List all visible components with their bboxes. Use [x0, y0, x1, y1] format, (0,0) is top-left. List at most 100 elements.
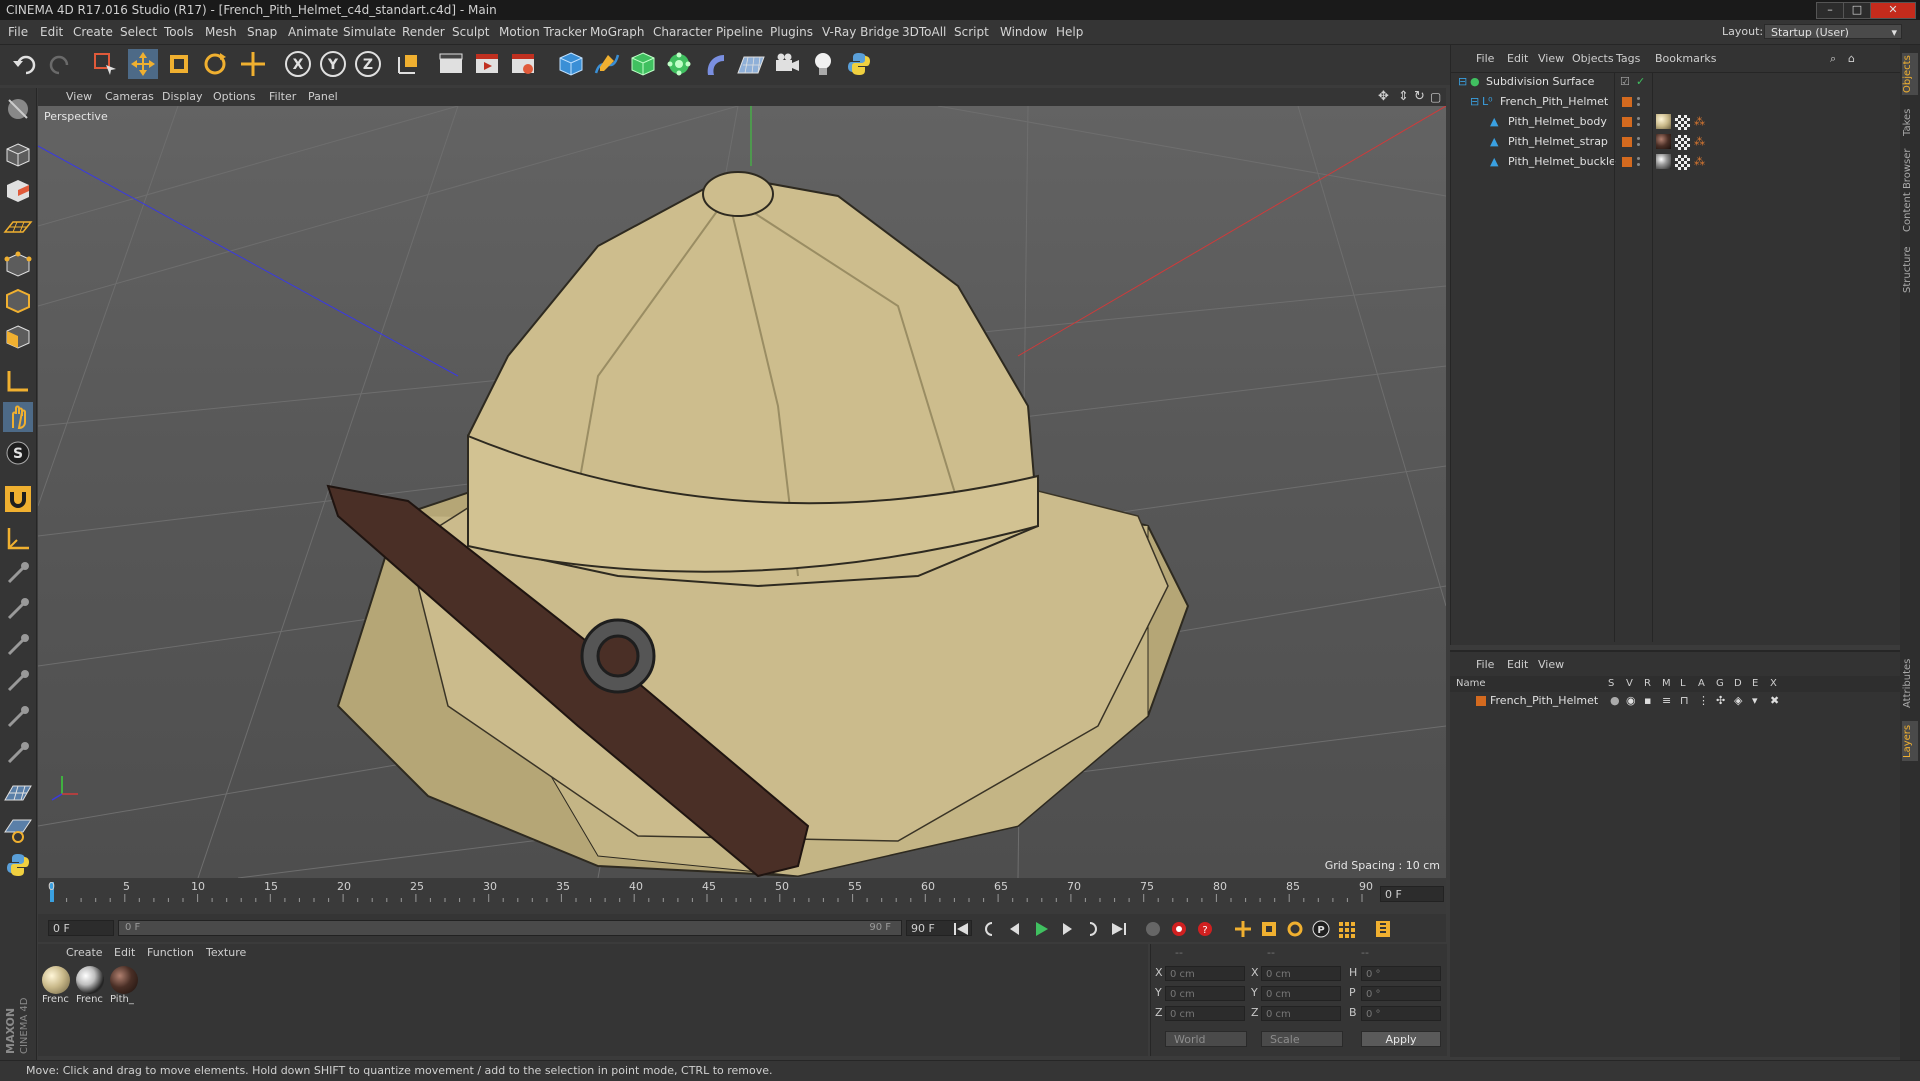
menu-snap[interactable]: Snap	[247, 20, 277, 44]
rot-p-field[interactable]: 0 °	[1361, 986, 1441, 1001]
brush-tool-6-button[interactable]	[3, 738, 33, 768]
material-tag-icon[interactable]	[1656, 114, 1671, 129]
layout-select[interactable]: Startup (User) ▾	[1764, 24, 1902, 39]
next-frame-button[interactable]	[1056, 919, 1078, 939]
key-pla-button[interactable]	[1336, 919, 1358, 939]
xref-icon[interactable]: ✖	[1770, 692, 1779, 710]
menu-file[interactable]: File	[8, 20, 28, 44]
lm-menu-view[interactable]: View	[1538, 656, 1564, 674]
enabled-check-icon[interactable]: ☑	[1620, 72, 1630, 92]
material-swatch[interactable]: Frenc	[76, 966, 106, 1008]
menu-plugins[interactable]: Plugins	[770, 20, 813, 44]
python-script-button[interactable]	[3, 850, 33, 880]
uvw-tag-icon[interactable]	[1675, 115, 1690, 130]
subdivision-surface-button[interactable]	[628, 49, 658, 79]
workplane-button[interactable]	[3, 212, 33, 242]
om-menu-bookmarks[interactable]: Bookmarks	[1655, 50, 1716, 68]
brush-tool-4-button[interactable]	[3, 666, 33, 696]
rot-h-field[interactable]: 0 °	[1361, 966, 1441, 981]
mograph-cloner-button[interactable]	[664, 49, 694, 79]
tab-objects[interactable]: Objects	[1902, 53, 1918, 95]
points-mode-button[interactable]	[3, 250, 33, 280]
layer-color-swatch[interactable]	[1622, 117, 1632, 127]
om-menu-view[interactable]: View	[1538, 50, 1564, 68]
viewport-maximize-icon[interactable]: ▢	[1430, 88, 1441, 106]
editor-visibility-dot[interactable]	[1637, 117, 1640, 120]
render-settings-button[interactable]	[508, 49, 538, 79]
3d-viewport[interactable]: Perspective Grid Spacing : 10 cm	[38, 106, 1446, 878]
pos-y-field[interactable]: 0 cm	[1165, 986, 1245, 1001]
go-to-start-button[interactable]	[950, 919, 972, 939]
brush-tool-3-button[interactable]	[3, 630, 33, 660]
menu-mograph[interactable]: MoGraph	[590, 20, 645, 44]
menu-mesh[interactable]: Mesh	[205, 20, 237, 44]
tab-attributes[interactable]: Attributes	[1902, 653, 1918, 713]
lock-icon[interactable]: ⊓	[1680, 692, 1689, 710]
menu-simulate[interactable]: Simulate	[343, 20, 396, 44]
uvw-tag-icon[interactable]	[1675, 135, 1690, 150]
current-frame-field[interactable]: 0 F	[1380, 886, 1444, 902]
x-axis-lock-button[interactable]: X	[283, 49, 313, 79]
viewport-menu-filter[interactable]: Filter	[269, 88, 296, 106]
move-tool-button[interactable]	[128, 49, 158, 79]
keyframe-selection-button[interactable]: ?	[1194, 919, 1216, 939]
go-to-end-button[interactable]	[1108, 919, 1130, 939]
viewport-menu-options[interactable]: Options	[213, 88, 255, 106]
checkmark-icon[interactable]: ✓	[1636, 72, 1645, 92]
material-swatch[interactable]: Pith_	[110, 966, 140, 1008]
close-button[interactable]: ✕	[1870, 2, 1916, 19]
undo-button[interactable]	[10, 49, 40, 79]
viewport-menu-view[interactable]: View	[66, 88, 92, 106]
render-visibility-dot[interactable]	[1637, 143, 1640, 146]
minimize-button[interactable]: –	[1816, 2, 1844, 19]
editor-visibility-dot[interactable]	[1637, 137, 1640, 140]
object-row[interactable]: ▲ Pith_Helmet_strap ⁂	[1450, 132, 1900, 152]
light-button[interactable]	[808, 49, 838, 79]
render-view-button[interactable]	[436, 49, 466, 79]
lm-menu-edit[interactable]: Edit	[1507, 656, 1528, 674]
redo-button[interactable]	[45, 49, 75, 79]
previous-key-button[interactable]	[978, 919, 1000, 939]
material-menu-texture[interactable]: Texture	[206, 944, 246, 962]
viewport-navigate-icon[interactable]: ✥	[1378, 88, 1389, 106]
y-axis-lock-button[interactable]: Y	[318, 49, 348, 79]
start-frame-field[interactable]: 0 F	[48, 920, 114, 936]
material-menu-create[interactable]: Create	[66, 944, 103, 962]
collapse-icon[interactable]: ⊟	[1458, 72, 1467, 92]
menu-window[interactable]: Window	[1000, 20, 1047, 44]
coordinate-system-button[interactable]	[393, 49, 423, 79]
menu-render[interactable]: Render	[402, 20, 445, 44]
material-swatch[interactable]: Frenc	[42, 966, 72, 1008]
manager-icon[interactable]: ≡	[1662, 692, 1671, 710]
deformer-button[interactable]	[700, 49, 730, 79]
solo-button[interactable]: S	[3, 438, 33, 468]
size-mode-select[interactable]: Scale	[1261, 1031, 1343, 1047]
phong-tag-icon[interactable]: ⁂	[1694, 112, 1705, 132]
python-button[interactable]	[844, 49, 874, 79]
menu-pipeline[interactable]: Pipeline	[716, 20, 763, 44]
object-row[interactable]: ▲ Pith_Helmet_body ⁂	[1450, 112, 1900, 132]
floor-button[interactable]	[736, 49, 766, 79]
frame-range-slider[interactable]: 0 F 90 F	[118, 920, 902, 936]
menu-3dtoall[interactable]: 3DToAll	[902, 20, 946, 44]
object-row[interactable]: ⊟ ● Subdivision Surface ☑ ✓	[1450, 72, 1900, 92]
object-row[interactable]: ⊟ L⁰ French_Pith_Helmet	[1450, 92, 1900, 112]
render-visibility-dot[interactable]	[1637, 123, 1640, 126]
solo-toggle-icon[interactable]: ●	[1610, 692, 1620, 710]
collapse-icon[interactable]: ⊟	[1470, 92, 1479, 112]
render-picture-viewer-button[interactable]	[472, 49, 502, 79]
home-icon[interactable]: ⌂	[1848, 50, 1855, 68]
brush-tool-5-button[interactable]	[3, 702, 33, 732]
viewport-dolly-icon[interactable]: ⇕	[1398, 88, 1409, 106]
menu-motion-tracker[interactable]: Motion Tracker	[499, 20, 587, 44]
editor-visibility-dot[interactable]	[1637, 97, 1640, 100]
key-rotation-button[interactable]	[1284, 919, 1306, 939]
animation-icon[interactable]: ⋮	[1698, 692, 1709, 710]
brush-tool-2-button[interactable]	[3, 594, 33, 624]
phong-tag-icon[interactable]: ⁂	[1694, 132, 1705, 152]
rot-b-field[interactable]: 0 °	[1361, 1006, 1441, 1021]
autokey-button[interactable]	[1168, 919, 1190, 939]
record-keys-button[interactable]	[1142, 919, 1164, 939]
layer-color-swatch[interactable]	[1622, 157, 1632, 167]
transform-tool-button[interactable]	[238, 49, 268, 79]
